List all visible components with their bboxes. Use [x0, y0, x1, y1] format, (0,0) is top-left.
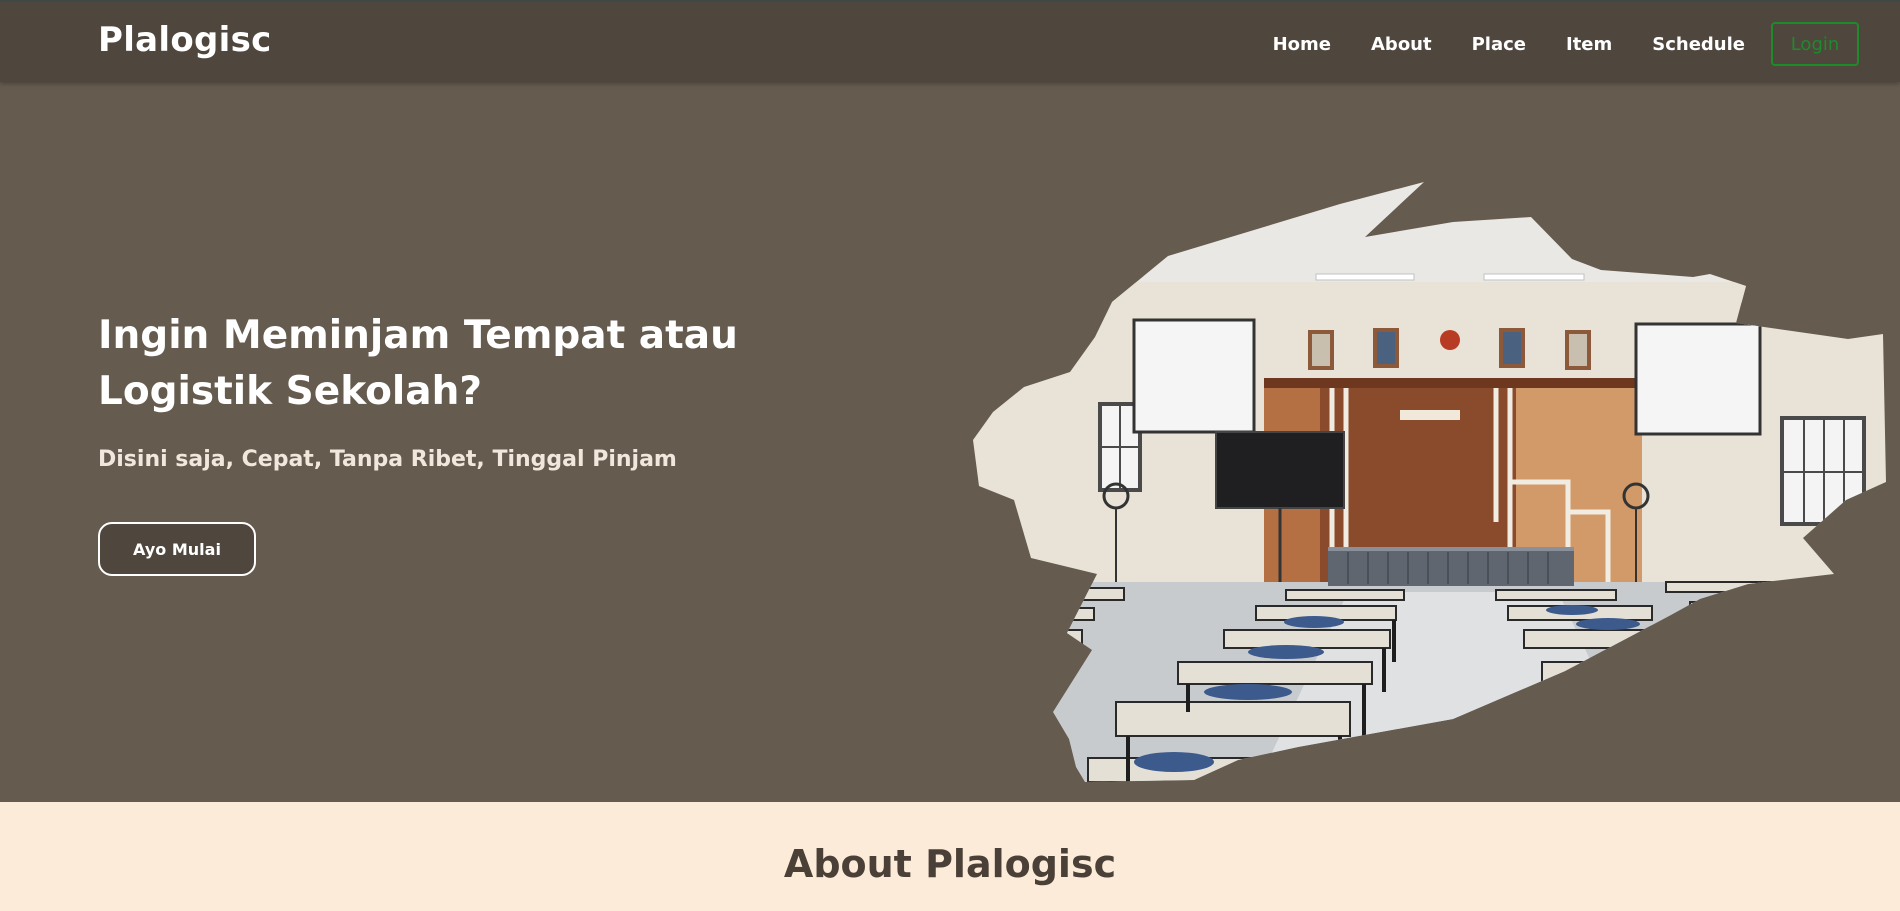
navbar: Plalogisc Home About Place Item Schedule…	[0, 0, 1900, 82]
about-title: About Plalogisc	[783, 842, 1117, 886]
classroom-photo-icon	[973, 182, 1886, 782]
nav-link-about[interactable]: About	[1371, 34, 1432, 55]
hero-section: Ingin Meminjam Tempat atau Logistik Seko…	[0, 82, 1900, 802]
nav-links: Home About Place Item Schedule Login	[1273, 22, 1859, 66]
ayo-mulai-button[interactable]: Ayo Mulai	[98, 522, 256, 576]
login-button[interactable]: Login	[1771, 22, 1859, 66]
about-section: About Plalogisc	[0, 802, 1900, 911]
hero-subtitle: Disini saja, Cepat, Tanpa Ribet, Tinggal…	[98, 447, 677, 472]
nav-link-home[interactable]: Home	[1273, 34, 1331, 55]
hero-title: Ingin Meminjam Tempat atau Logistik Seko…	[98, 313, 738, 414]
nav-link-item[interactable]: Item	[1566, 34, 1612, 55]
nav-link-place[interactable]: Place	[1472, 34, 1526, 55]
brand-logo[interactable]: Plalogisc	[98, 20, 272, 60]
nav-link-schedule[interactable]: Schedule	[1652, 34, 1745, 55]
